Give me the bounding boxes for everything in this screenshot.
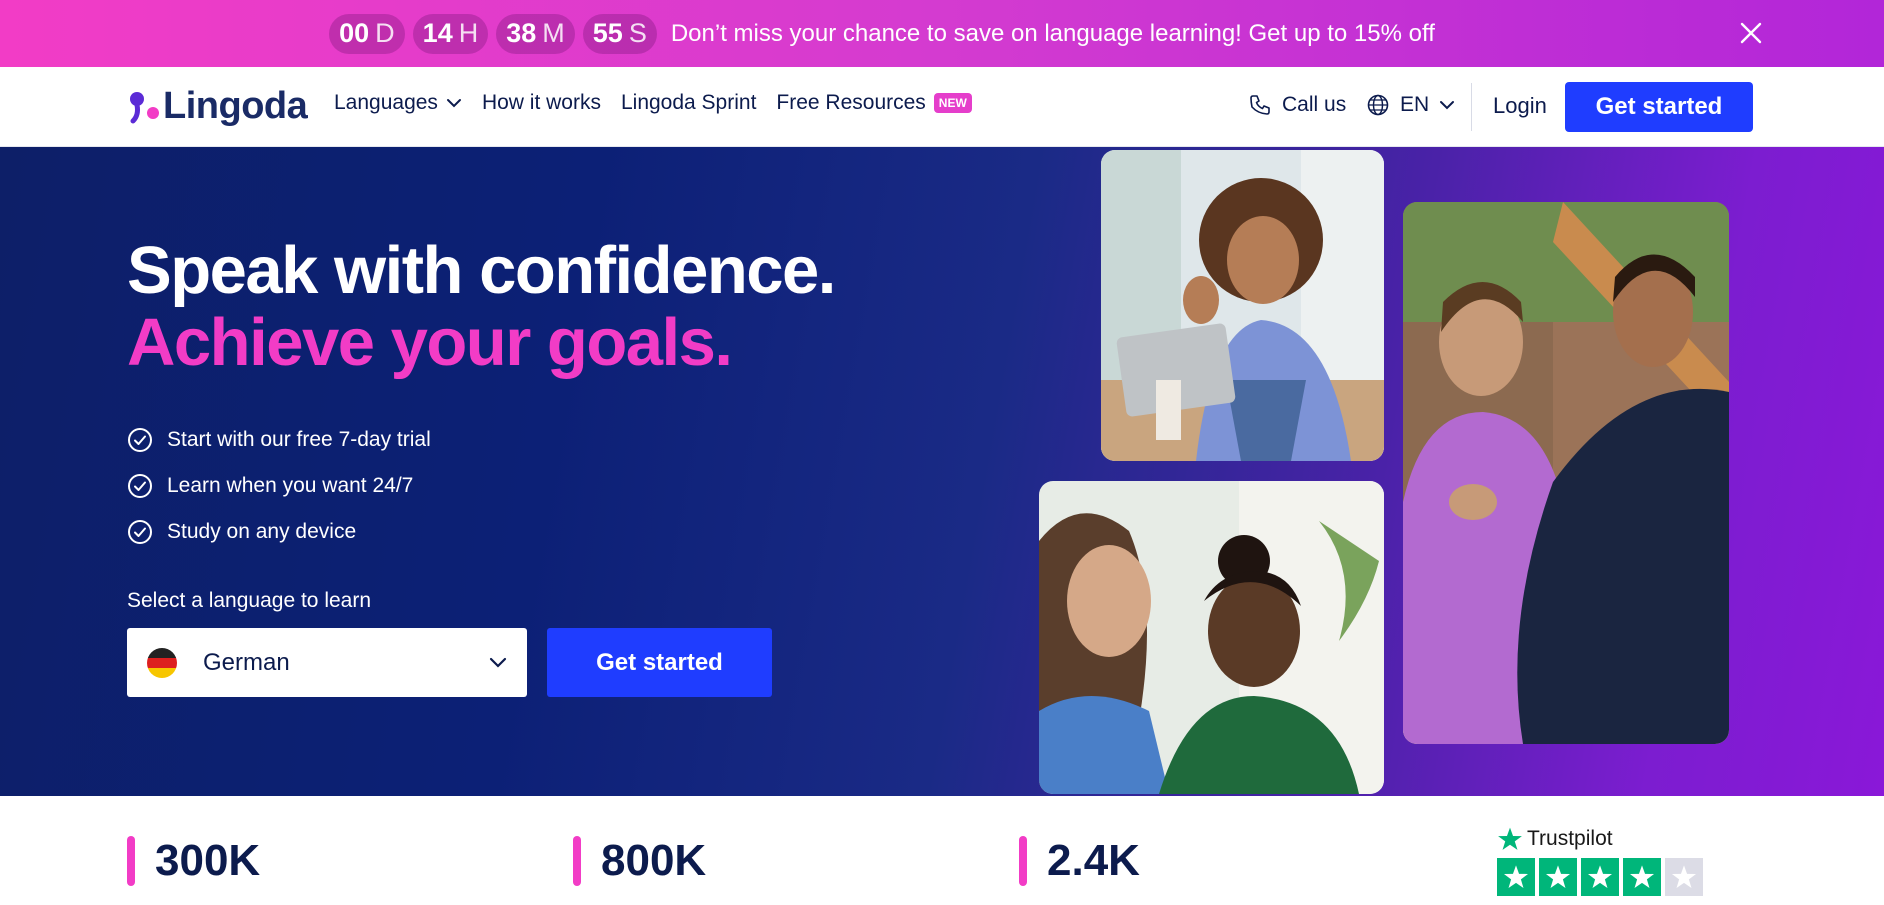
hero-photo-conversation bbox=[1403, 202, 1729, 744]
stat-accent-bar bbox=[573, 836, 581, 886]
promo-message: Don’t miss your chance to save on langua… bbox=[670, 19, 1435, 47]
nav-label: How it works bbox=[481, 91, 601, 114]
nav-languages[interactable]: Languages bbox=[334, 91, 462, 115]
hero-section: Speak with confidence. Achieve your goal… bbox=[0, 147, 1884, 796]
countdown-unit: D bbox=[375, 18, 395, 48]
hero-photo-video-call bbox=[1101, 150, 1384, 461]
nav-label: Lingoda Sprint bbox=[620, 91, 757, 114]
stat-item: 300K bbox=[127, 836, 260, 886]
login-link[interactable]: Login bbox=[1493, 93, 1547, 119]
benefit-item: Learn when you want 24/7 bbox=[127, 463, 431, 509]
promo-banner: 00 D 14 H 38 M 55 S Don’t miss your chan… bbox=[0, 0, 1884, 67]
header-get-started-button[interactable]: Get started bbox=[1565, 82, 1753, 132]
check-circle-icon bbox=[128, 520, 152, 544]
countdown-seconds: 55 S bbox=[582, 13, 657, 54]
check-circle-icon bbox=[128, 428, 152, 452]
nav-lingoda-sprint[interactable]: Lingoda Sprint bbox=[621, 91, 756, 115]
trustpilot-widget[interactable]: Trustpilot bbox=[1497, 826, 1703, 896]
rating-star-icon bbox=[1623, 858, 1661, 896]
countdown-unit: M bbox=[542, 18, 565, 48]
countdown-unit: S bbox=[628, 18, 647, 48]
countdown-minutes: 38 M bbox=[496, 13, 575, 54]
countdown-hours: 14 H bbox=[412, 13, 489, 54]
new-badge: NEW bbox=[933, 93, 972, 113]
globe-icon bbox=[1367, 94, 1389, 116]
language-switcher[interactable]: EN bbox=[1366, 93, 1455, 117]
nav-how-it-works[interactable]: How it works bbox=[482, 91, 601, 115]
stat-value: 2.4K bbox=[1047, 836, 1140, 885]
rating-star-icon bbox=[1581, 858, 1619, 896]
stat-item: 800K bbox=[573, 836, 706, 886]
site-header: Lingoda Languages How it works Lingoda S… bbox=[0, 67, 1884, 147]
hero-title-line2: Achieve your goals. bbox=[127, 305, 733, 380]
rating-star-icon bbox=[1539, 858, 1577, 896]
call-us-button[interactable]: Call us bbox=[1248, 93, 1346, 117]
language-select-value: German bbox=[203, 648, 290, 676]
benefit-text: Study on any device bbox=[167, 520, 357, 543]
benefit-text: Learn when you want 24/7 bbox=[167, 474, 414, 497]
countdown-value: 14 bbox=[422, 18, 453, 48]
trustpilot-name: Trustpilot bbox=[1527, 827, 1613, 850]
close-icon[interactable] bbox=[1736, 18, 1766, 48]
nav-label: Languages bbox=[334, 91, 438, 114]
countdown-value: 55 bbox=[592, 18, 623, 48]
benefits-list: Start with our free 7-day trial Learn wh… bbox=[127, 417, 431, 555]
stat-item: 2.4K bbox=[1019, 836, 1140, 886]
language-select-label: Select a language to learn bbox=[127, 589, 372, 612]
language-label: EN bbox=[1400, 93, 1430, 116]
hero-get-started-button[interactable]: Get started bbox=[547, 628, 772, 697]
hero-title: Speak with confidence. Achieve your goal… bbox=[127, 233, 836, 380]
trustpilot-star-icon bbox=[1498, 827, 1522, 850]
stat-accent-bar bbox=[1019, 836, 1027, 886]
nav-free-resources[interactable]: Free Resources NEW bbox=[776, 91, 972, 115]
benefit-text: Start with our free 7-day trial bbox=[167, 428, 431, 451]
logo[interactable]: Lingoda bbox=[127, 85, 308, 128]
rating-star-empty-icon bbox=[1665, 858, 1703, 896]
countdown-value: 00 bbox=[339, 18, 370, 48]
stat-accent-bar bbox=[127, 836, 135, 886]
countdown-value: 38 bbox=[506, 18, 537, 48]
language-select[interactable]: German bbox=[127, 628, 527, 697]
hero-title-line1: Speak with confidence. bbox=[127, 233, 836, 308]
logo-text: Lingoda bbox=[163, 85, 308, 127]
benefit-item: Start with our free 7-day trial bbox=[127, 417, 431, 463]
countdown-days: 00 D bbox=[329, 13, 405, 54]
main-nav: Languages How it works Lingoda Sprint Fr… bbox=[334, 91, 972, 115]
trustpilot-brand: Trustpilot bbox=[1497, 826, 1703, 852]
nav-label: Free Resources bbox=[776, 91, 926, 114]
stat-value: 800K bbox=[601, 836, 707, 885]
stat-value: 300K bbox=[155, 836, 261, 885]
benefit-item: Study on any device bbox=[127, 509, 431, 555]
header-divider bbox=[1471, 83, 1472, 131]
phone-icon bbox=[1250, 95, 1270, 115]
german-flag-icon bbox=[147, 647, 177, 678]
chevron-down-icon bbox=[489, 657, 507, 668]
hero-photo-laughing bbox=[1039, 481, 1384, 794]
rating-star-icon bbox=[1497, 858, 1535, 896]
call-us-label: Call us bbox=[1282, 93, 1347, 116]
chevron-down-icon bbox=[1440, 101, 1455, 110]
countdown-unit: H bbox=[458, 18, 479, 48]
chevron-down-icon bbox=[446, 99, 461, 108]
check-circle-icon bbox=[128, 474, 152, 498]
logo-mark-icon bbox=[127, 87, 161, 127]
trustpilot-rating bbox=[1497, 858, 1703, 896]
